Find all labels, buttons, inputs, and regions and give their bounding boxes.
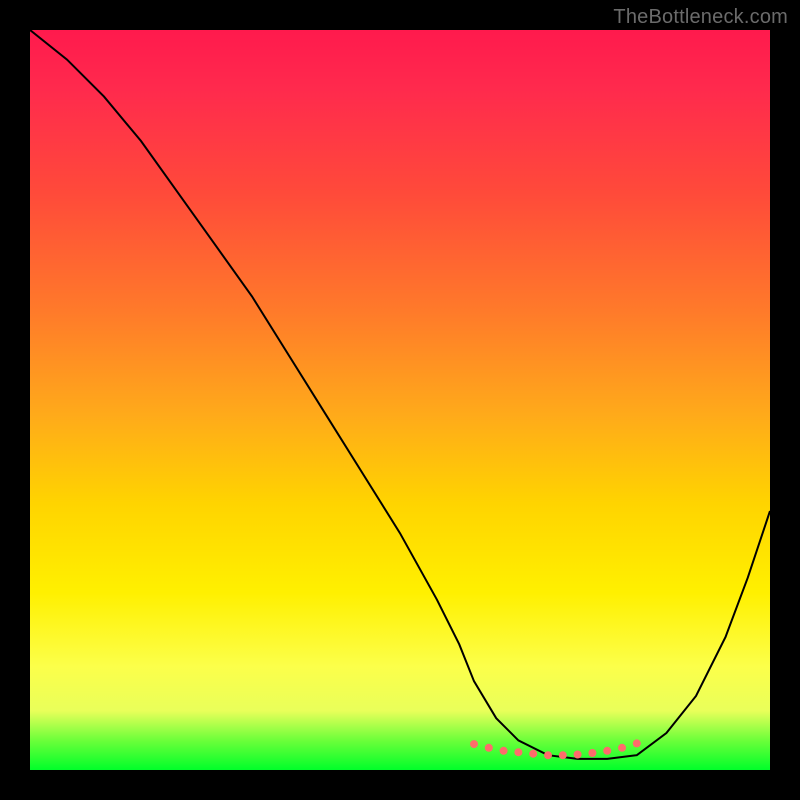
trough-marker (559, 751, 567, 759)
trough-marker (500, 747, 508, 755)
trough-marker (529, 750, 537, 758)
bottleneck-curve (30, 30, 770, 759)
chart-stage: TheBottleneck.com (0, 0, 800, 800)
trough-marker (618, 744, 626, 752)
trough-marker (588, 749, 596, 757)
curve-svg (30, 30, 770, 770)
trough-marker (485, 744, 493, 752)
trough-marker (514, 748, 522, 756)
trough-marker (603, 747, 611, 755)
trough-marker (633, 739, 641, 747)
trough-marker (574, 751, 582, 759)
trough-marker (544, 751, 552, 759)
trough-marker (470, 740, 478, 748)
gradient-plot-area (30, 30, 770, 770)
watermark-text: TheBottleneck.com (613, 6, 788, 29)
